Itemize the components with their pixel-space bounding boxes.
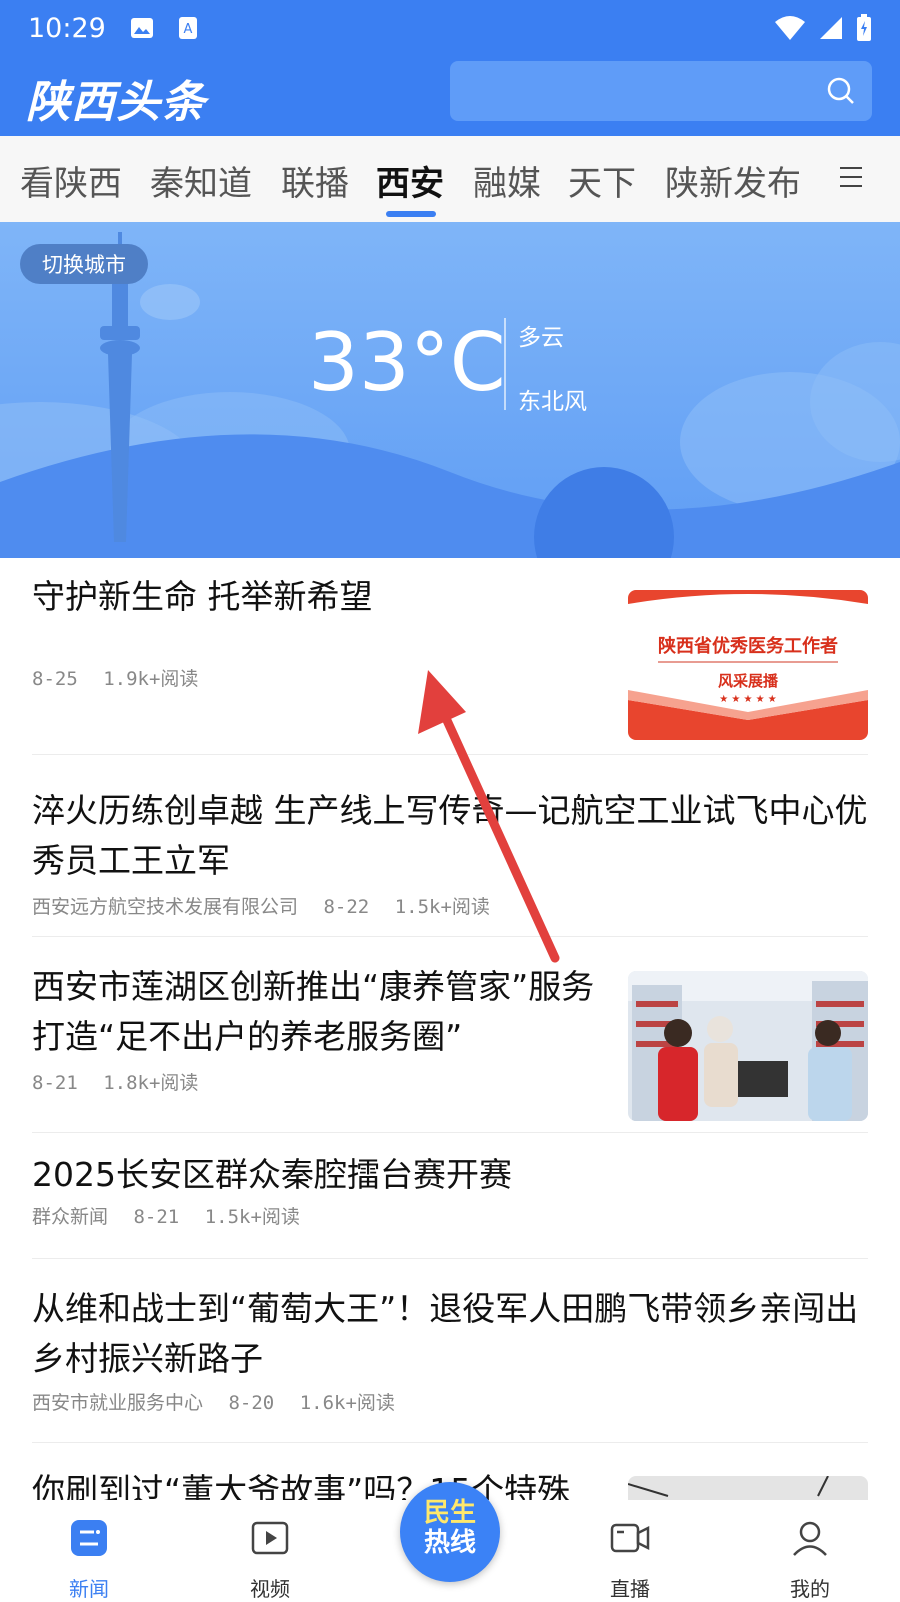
news-date: 8-22 [323, 896, 370, 918]
nav-live-label: 直播 [610, 1577, 650, 1601]
video-icon [251, 1521, 289, 1555]
menu-icon[interactable] [838, 164, 864, 190]
award-banner-image [628, 590, 868, 740]
news-title: 从维和战士到“葡萄大王”！退役军人田鹏飞带领乡亲闯出乡村振兴新路子 [32, 1289, 859, 1378]
status-bar: 10:29 A [28, 8, 222, 48]
news-date: 8-25 [32, 668, 78, 690]
tab-lianbo[interactable]: 联播 [281, 156, 349, 205]
divider [32, 1442, 868, 1443]
live-camera-icon [610, 1523, 650, 1553]
news-title: 你刷到过“董大爷故事”吗？15个特殊 [32, 1471, 571, 1500]
wifi-icon [775, 16, 805, 40]
nav-mine[interactable]: 我的 [765, 1518, 855, 1602]
weather-condition: 多云 [518, 325, 564, 351]
active-tab-indicator [386, 211, 436, 217]
signal-icon [820, 17, 842, 39]
tab-rongmei[interactable]: 融媒 [473, 156, 541, 205]
news-title: 淬火历练创卓越 生产线上写传奇—记航空工业试飞中心优秀员工王立军 [32, 791, 868, 880]
status-time: 10:29 [28, 12, 106, 44]
news-item[interactable]: 西安市莲湖区创新推出“康养管家”服务 打造“足不出户的养老服务圈” 8-21 1… [32, 962, 612, 1095]
minsheng-hotline-button[interactable]: 民生 热线 [400, 1482, 500, 1582]
news-item[interactable]: 淬火历练创卓越 生产线上写传奇—记航空工业试飞中心优秀员工王立军 西安远方航空技… [32, 786, 868, 919]
news-meta: 群众新闻 8-21 1.5k+阅读 [32, 1202, 868, 1229]
news-source: 西安市就业服务中心 [32, 1392, 204, 1414]
news-date: 8-20 [228, 1392, 275, 1414]
weather-banner: 切换城市 33°C 多云 东北风 [0, 222, 900, 558]
channel-tabs: 看陕西 秦知道 联播 西安 融媒 天下 陕新发布 [0, 136, 900, 222]
switch-city-button[interactable]: 切换城市 [20, 244, 148, 284]
tab-xian[interactable]: 西安 [376, 156, 444, 205]
news-meta: 8-25 1.9k+阅读 [32, 664, 592, 691]
nav-news-label: 新闻 [69, 1577, 109, 1601]
divider [32, 1258, 868, 1259]
hotline-line2: 热线 [423, 1528, 476, 1558]
nav-news[interactable]: 新闻 [44, 1518, 134, 1602]
battery-icon [857, 14, 871, 41]
news-title: 西安市莲湖区创新推出“康养管家”服务 打造“足不出户的养老服务圈” [32, 967, 595, 1056]
system-icons [774, 10, 872, 46]
news-meta: 西安市就业服务中心 8-20 1.6k+阅读 [32, 1388, 868, 1415]
news-reads: 1.8k+阅读 [103, 1072, 199, 1094]
news-date: 8-21 [133, 1206, 180, 1228]
news-item[interactable]: 从维和战士到“葡萄大王”！退役军人田鹏飞带领乡亲闯出乡村振兴新路子 西安市就业服… [32, 1284, 868, 1415]
news-thumbnail[interactable]: 陕西省优秀医务工作者 风采展播 ★ ★ ★ ★ ★ [628, 590, 868, 740]
tab-qinzhidao[interactable]: 秦知道 [150, 156, 252, 205]
divider [32, 754, 868, 755]
news-thumbnail[interactable] [628, 971, 868, 1121]
news-date: 8-21 [32, 1072, 78, 1094]
news-meta: 西安远方航空技术发展有限公司 8-22 1.5k+阅读 [32, 892, 868, 919]
temperature: 33°C [308, 316, 506, 409]
news-source: 西安远方航空技术发展有限公司 [32, 896, 299, 918]
search-icon[interactable] [826, 76, 856, 106]
nav-video-label: 视频 [250, 1577, 290, 1601]
news-thumbnail[interactable] [628, 1476, 868, 1500]
news-title: 2025长安区群众秦腔擂台赛开赛 [32, 1155, 512, 1194]
news-title: 守护新生命 托举新希望 [32, 577, 373, 616]
app-logo: 陕西头条 [26, 77, 206, 128]
gallery-icon [130, 16, 154, 40]
news-reads: 1.9k+阅读 [103, 668, 199, 690]
profile-icon [793, 1521, 827, 1556]
tab-shaanxin-fabu[interactable]: 陕新发布 [665, 156, 801, 205]
news-item[interactable]: 2025长安区群众秦腔擂台赛开赛 群众新闻 8-21 1.5k+阅读 [32, 1150, 868, 1229]
thumb-stars: ★ ★ ★ ★ ★ [719, 694, 777, 705]
news-icon [71, 1520, 107, 1556]
news-reads: 1.5k+阅读 [204, 1206, 300, 1228]
pharmacy-photo [628, 971, 868, 1121]
top-bar: 10:29 A 陕西头条 [0, 0, 900, 136]
thumb-subheading: 风采展播 [717, 672, 778, 690]
news-reads: 1.5k+阅读 [394, 896, 490, 918]
tab-tianxia[interactable]: 天下 [568, 156, 636, 205]
svg-text:A: A [183, 22, 192, 37]
tab-kanshaanxi[interactable]: 看陕西 [20, 156, 122, 205]
font-icon: A [176, 16, 200, 40]
divider [32, 936, 868, 937]
divider [32, 1132, 868, 1133]
nav-mine-label: 我的 [790, 1577, 830, 1601]
news-item[interactable]: 你刷到过“董大爷故事”吗？15个特殊 [32, 1466, 612, 1500]
news-item[interactable]: 守护新生命 托举新希望 8-25 1.9k+阅读 [32, 572, 592, 691]
nav-live[interactable]: 直播 [585, 1518, 675, 1602]
thumbnail-image [628, 1476, 829, 1497]
wind-direction: 东北风 [518, 389, 587, 415]
thumb-heading: 陕西省优秀医务工作者 [658, 636, 838, 657]
news-meta: 8-21 1.8k+阅读 [32, 1068, 612, 1095]
news-source: 群众新闻 [32, 1206, 109, 1228]
news-reads: 1.6k+阅读 [299, 1392, 395, 1414]
hotline-line1: 民生 [423, 1498, 476, 1528]
search-input[interactable] [450, 61, 872, 121]
weather-divider [504, 318, 506, 410]
nav-video[interactable]: 视频 [225, 1518, 315, 1602]
